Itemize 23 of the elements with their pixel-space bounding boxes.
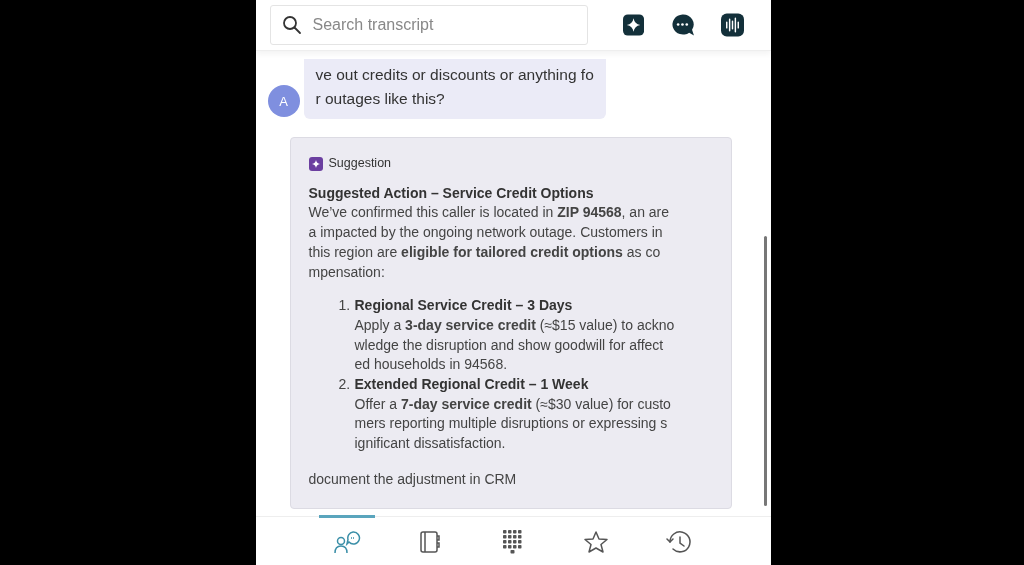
list-number: 1.	[338, 296, 352, 316]
option-title: Regional Service Credit – 3 Days	[354, 296, 574, 316]
person-chat-icon	[333, 529, 361, 554]
suggestion-footer: document the adjustment in CRM	[308, 469, 713, 490]
sparkle-icon[interactable]	[622, 14, 644, 36]
suggestion-label: Suggestion	[328, 155, 392, 172]
option-title: Extended Regional Credit – 1 Week	[354, 375, 590, 395]
notebook-icon	[419, 529, 441, 554]
message-bubble: ve out credits or discounts or anything fo r outages like this?	[303, 59, 606, 119]
dialpad-icon	[502, 529, 524, 554]
option-text: Apply a 3-day service credit (≈$15 value) to ackno wledge the disruption and show goodwill for affect ed households in 94568.	[354, 315, 675, 375]
star-icon	[583, 529, 609, 554]
suggestion-title: Suggested Action – Service Credit Options	[308, 183, 595, 203]
list-number: 2.	[338, 375, 352, 395]
suggestion-text: We’ve confirmed this caller is located in ZIP 94568, an are a impacted by the ongoing network outage. Customers in this region are eligible for tailored credit options as co mpensation:	[308, 203, 671, 282]
avatar: A	[267, 85, 300, 117]
chat-icon[interactable]	[669, 13, 695, 37]
sparkle-icon	[308, 156, 323, 171]
option-text: Offer a 7-day service credit (≈$30 value) for custo mers reporting multiple disruptions or expressing s ignificant dissatisfaction.	[354, 394, 671, 454]
waveform-icon[interactable]	[720, 13, 744, 37]
search-field[interactable]: Search transcript	[269, 5, 588, 45]
scrollbar-thumb[interactable]	[763, 236, 767, 506]
history-icon	[666, 529, 692, 554]
